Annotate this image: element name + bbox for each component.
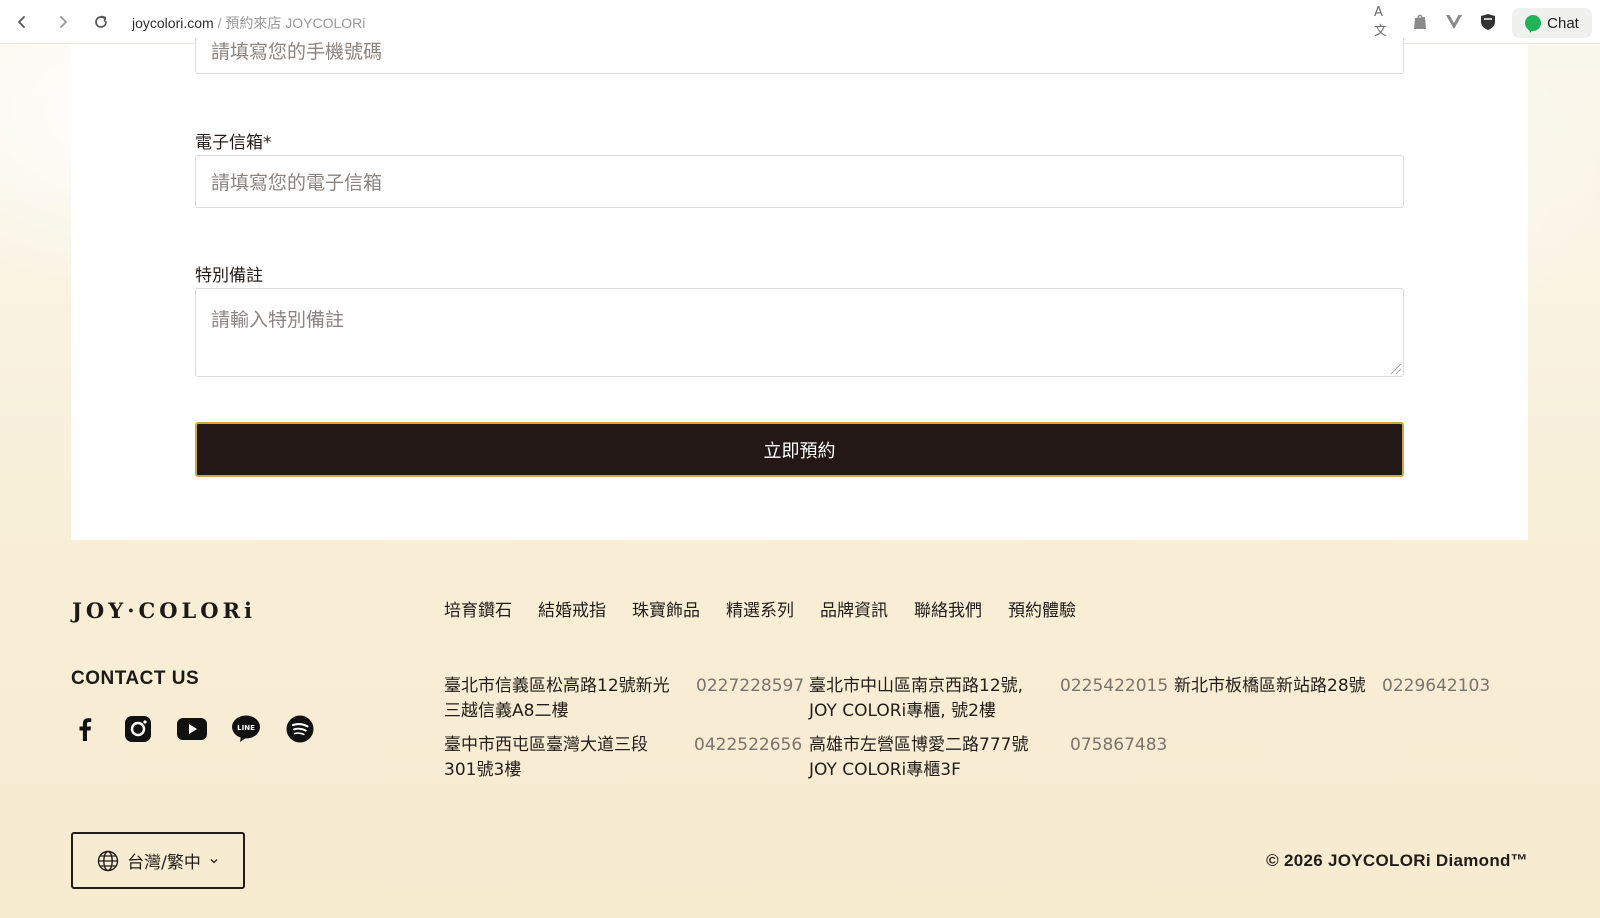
chevron-left-icon <box>18 16 25 28</box>
spotify-icon[interactable] <box>285 714 315 744</box>
footer-nav-contact[interactable]: 聯絡我們 <box>914 596 982 621</box>
svg-text:LINE: LINE <box>237 724 255 732</box>
chat-bubble-icon <box>1525 15 1542 33</box>
vue-devtools-icon[interactable] <box>1444 12 1464 32</box>
facebook-icon[interactable] <box>70 714 100 744</box>
email-placeholder: 請填寫您的電子信箱 <box>211 172 383 194</box>
store-address-line: 高雄市左營區博愛二路777號 <box>809 735 1029 755</box>
phone-placeholder: 請填寫您的手機號碼 <box>211 41 383 63</box>
footer-nav-wedding-rings[interactable]: 結婚戒指 <box>538 596 606 621</box>
forward-button[interactable] <box>51 10 75 34</box>
store-phone[interactable]: 0225422015 <box>1060 674 1168 699</box>
store-phone[interactable]: 0229642103 <box>1382 674 1490 699</box>
youtube-icon[interactable] <box>177 714 207 744</box>
store-address-line: 三越信義A8二樓 <box>444 701 569 721</box>
notes-label: 特別備註 <box>195 266 263 286</box>
contact-us-heading: CONTACT US <box>71 668 200 689</box>
email-label: 電子信箱* <box>195 133 272 153</box>
chat-button[interactable]: Chat <box>1512 8 1592 38</box>
store-address: 臺北市信義區松高路12號新光 三越信義A8二樓 <box>444 674 670 724</box>
footer-nav-jewelry[interactable]: 珠寶飾品 <box>632 596 700 621</box>
line-icon[interactable]: LINE <box>231 714 261 744</box>
store-phone[interactable]: 0227228597 <box>696 674 804 699</box>
phone-field[interactable]: 請填寫您的手機號碼 <box>195 38 1404 74</box>
globe-icon <box>97 850 119 871</box>
shopping-bag-extension-icon[interactable] <box>1410 12 1430 32</box>
store-phone[interactable]: 075867483 <box>1070 733 1167 758</box>
language-selector[interactable]: 台灣/繁中 <box>71 832 245 889</box>
store-address-line: 臺北市中山區南京西路12號, <box>809 676 1024 696</box>
store-phone[interactable]: 0422522656 <box>694 733 802 758</box>
url-domain: joycolori.com <box>132 15 214 31</box>
shield-extension-icon[interactable] <box>1478 12 1498 32</box>
store-address-line: JOY COLORi專櫃, 號2樓 <box>809 701 996 721</box>
page-tab-title: 預約來店 JOYCOLORi <box>225 15 366 31</box>
book-now-button[interactable]: 立即預約 <box>195 422 1404 477</box>
footer-nav: 培育鑽石 結婚戒指 珠寶飾品 精選系列 品牌資訊 聯絡我們 預約體驗 <box>444 596 1076 621</box>
chat-button-label: Chat <box>1547 14 1579 32</box>
notes-textarea[interactable]: 請輸入特別備註 <box>195 288 1404 377</box>
reload-icon <box>95 15 107 28</box>
store-address-line: JOY COLORi專櫃3F <box>809 760 961 780</box>
notes-placeholder: 請輸入特別備註 <box>211 309 345 331</box>
url-separator: / <box>217 15 222 31</box>
brand-logo[interactable]: JOY·COLORi <box>72 598 256 623</box>
copyright-text: © 2026 JOYCOLORi Diamond™ <box>1266 851 1528 870</box>
footer-nav-brand-info[interactable]: 品牌資訊 <box>820 596 888 621</box>
store-address: 臺北市中山區南京西路12號, JOY COLORi專櫃, 號2樓 <box>809 674 1023 724</box>
chevron-right-icon <box>60 16 67 28</box>
browser-window: joycolori.com / 預約來店 JOYCOLORi A文 Chat 請… <box>0 0 1600 918</box>
resize-handle-icon[interactable] <box>1391 364 1401 374</box>
instagram-icon[interactable] <box>123 714 153 744</box>
email-field[interactable]: 請填寫您的電子信箱 <box>195 155 1404 208</box>
store-address: 新北市板橋區新站路28號 <box>1174 674 1366 699</box>
address-bar[interactable]: joycolori.com / 預約來店 JOYCOLORi <box>132 13 365 33</box>
footer-nav-collections[interactable]: 精選系列 <box>726 596 794 621</box>
reload-button[interactable] <box>89 10 113 34</box>
translate-icon[interactable]: A文 <box>1374 5 1394 39</box>
store-address-line: 臺中市西屯區臺灣大道三段 <box>444 735 648 755</box>
store-address: 高雄市左營區博愛二路777號 JOY COLORi專櫃3F <box>809 733 1028 783</box>
store-address-line: 301號3樓 <box>444 760 522 780</box>
language-label: 台灣/繁中 <box>127 853 201 873</box>
booking-form-card: 請填寫您的手機號碼 電子信箱* 請填寫您的電子信箱 特別備註 請輸入特別備註 立… <box>71 38 1528 540</box>
store-address: 臺中市西屯區臺灣大道三段 301號3樓 <box>444 733 648 783</box>
store-address-line: 新北市板橋區新站路28號 <box>1174 676 1366 696</box>
footer-nav-lab-diamonds[interactable]: 培育鑽石 <box>444 596 512 621</box>
footer-nav-booking[interactable]: 預約體驗 <box>1008 596 1076 621</box>
book-now-label: 立即預約 <box>763 440 836 462</box>
store-address-line: 臺北市信義區松高路12號新光 <box>444 676 670 696</box>
chevron-down-icon <box>210 858 218 863</box>
back-button[interactable] <box>10 10 34 34</box>
